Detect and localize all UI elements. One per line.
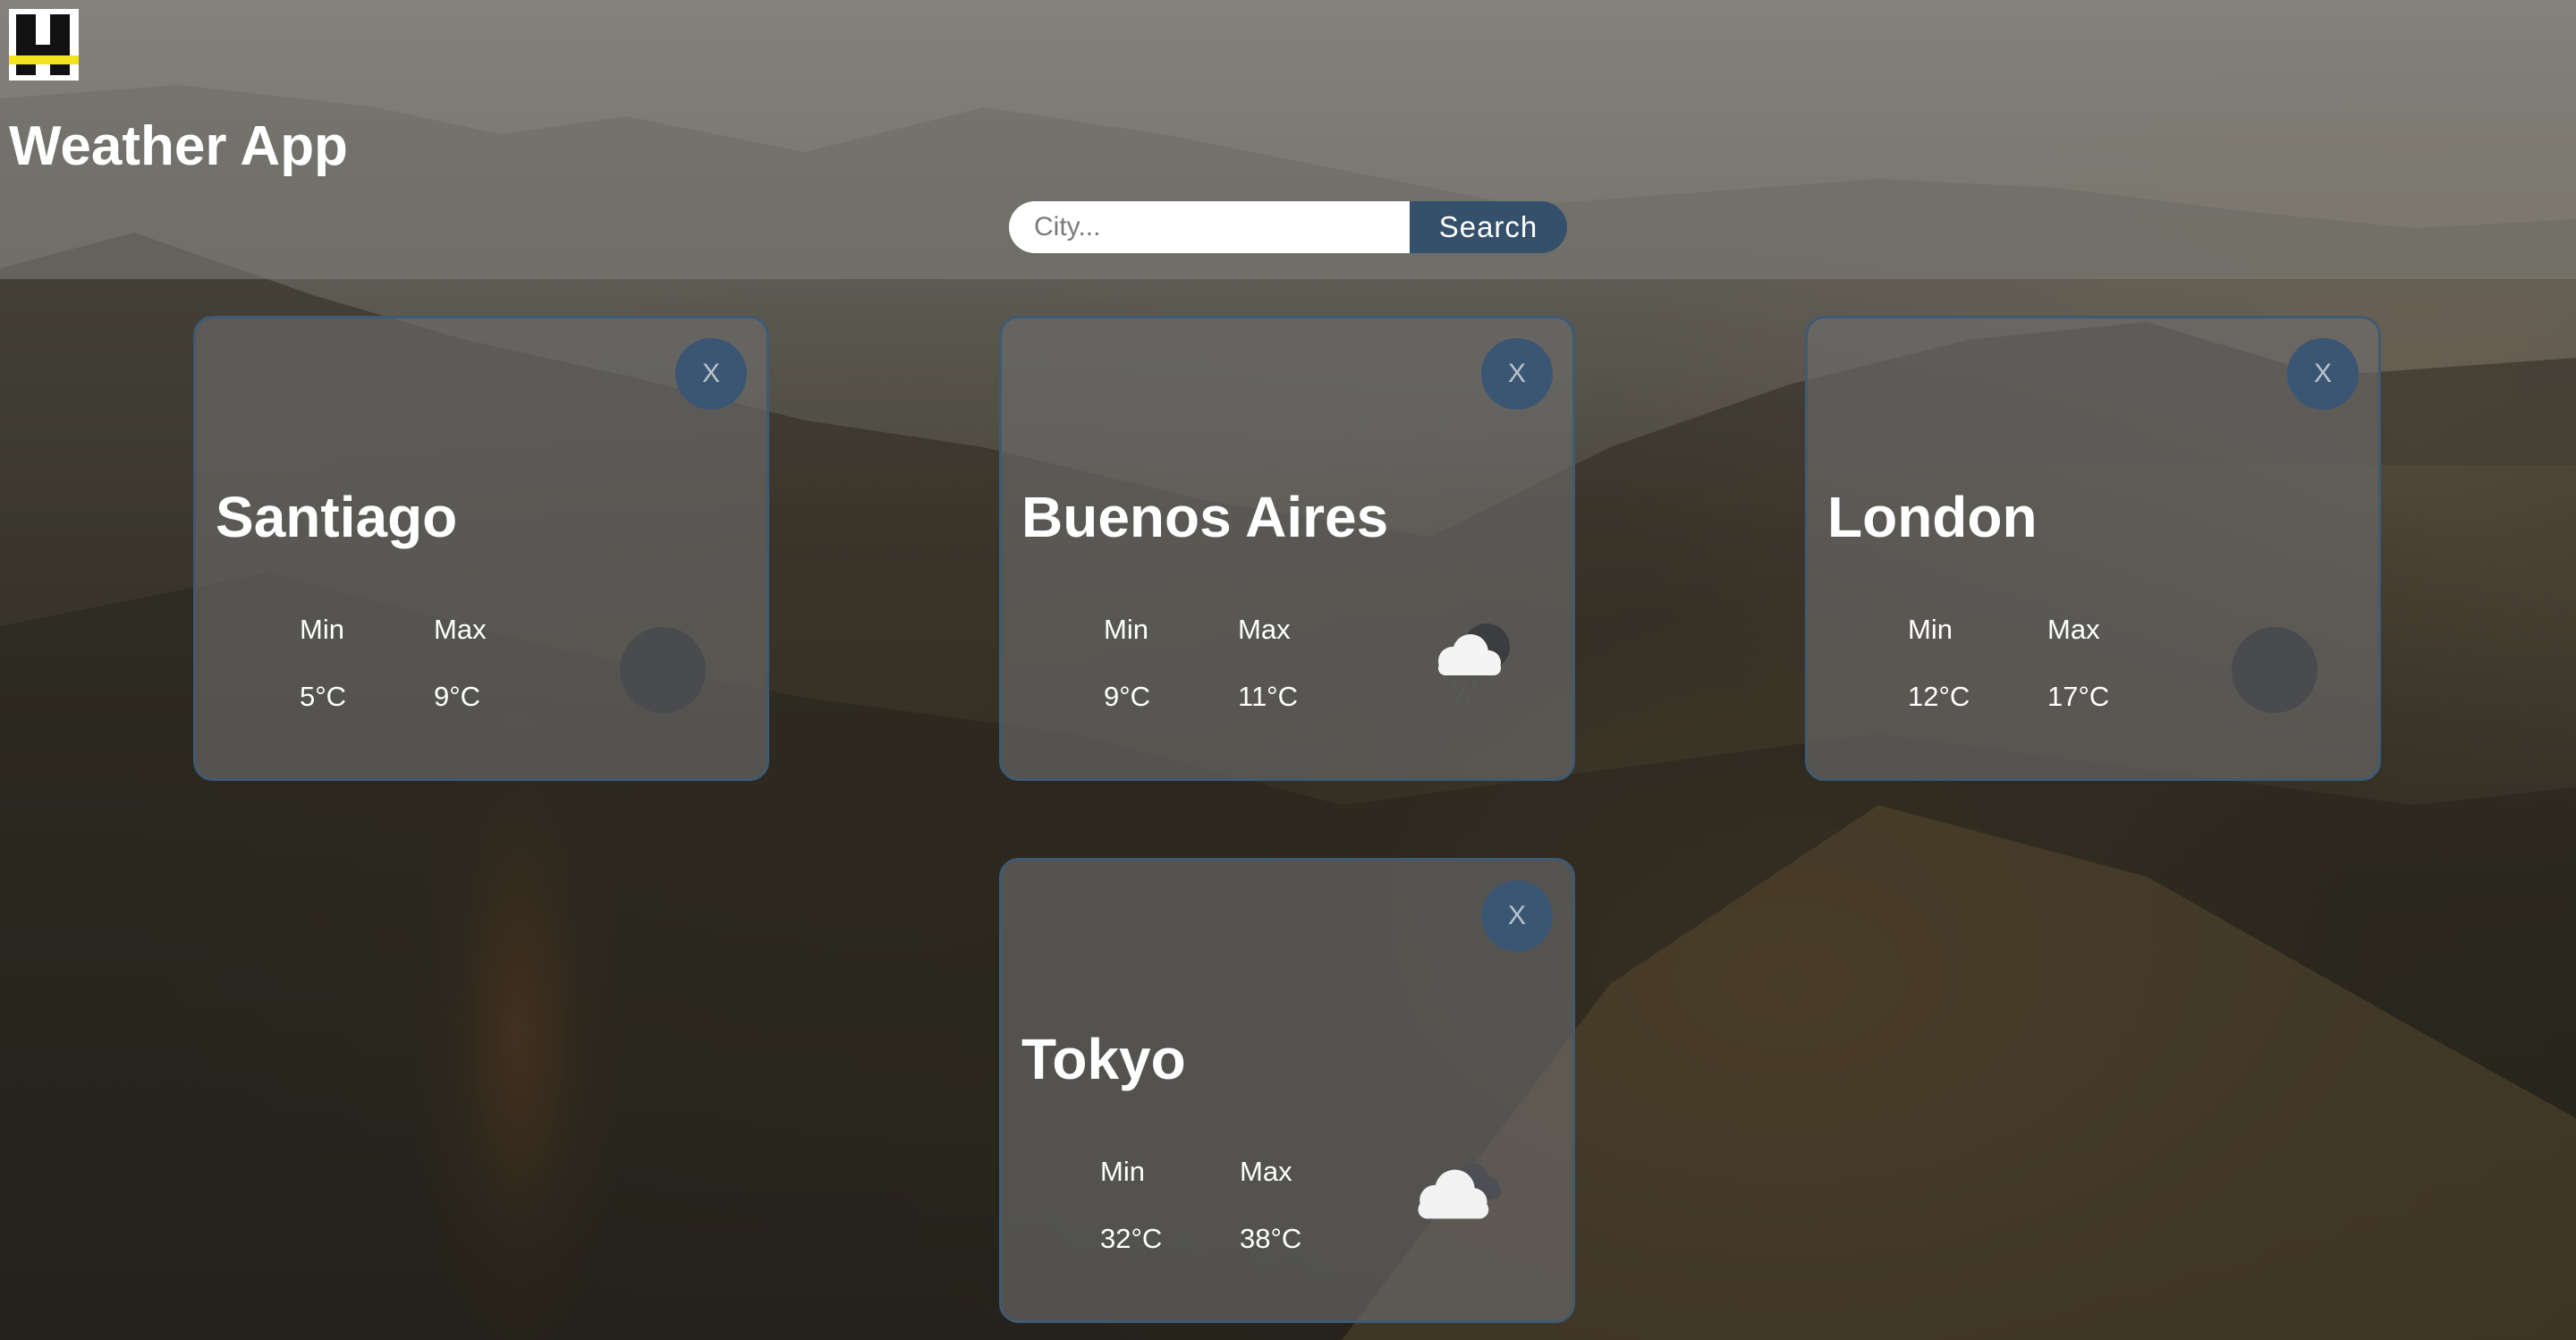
app-header: Weather App Search [0,0,2576,279]
city-name: Santiago [216,485,458,549]
min-label: Min [1100,1156,1145,1187]
close-button[interactable]: X [1481,338,1553,410]
close-button[interactable]: X [2287,338,2359,410]
min-temperature: 12°C [1908,681,1970,712]
max-label: Max [434,614,487,645]
rain-cloud-icon [1438,623,1510,704]
app-logo [9,9,79,81]
max-temperature: 38°C [1240,1223,1302,1254]
max-label: Max [1240,1156,1292,1187]
max-label: Max [1238,614,1291,645]
city-name: Tokyo [1021,1027,1186,1091]
max-temperature: 17°C [2047,681,2110,712]
city-name: London [1827,485,2038,549]
close-button[interactable]: X [1481,880,1553,952]
max-temperature: 9°C [434,681,481,712]
min-temperature: 32°C [1100,1223,1163,1254]
min-temperature: 5°C [300,681,347,712]
page-title: Weather App [9,115,348,177]
weather-card-tokyo: X Tokyo Min 32°C Max 38°C [999,858,1575,1323]
weather-card-buenos-aires: X Buenos Aires Min 9°C Max 11°C [999,316,1575,781]
min-label: Min [300,614,344,645]
close-button[interactable]: X [675,338,747,410]
weather-card-london: X London Min 12°C Max 17°C [1805,316,2381,781]
city-name: Buenos Aires [1021,485,1389,549]
max-label: Max [2047,614,2100,645]
cloudy-icon [1418,1163,1501,1219]
min-label: Min [1908,614,1953,645]
weather-icon-placeholder [2232,627,2318,713]
weather-icon-placeholder [620,627,706,713]
max-temperature: 11°C [1238,681,1298,712]
search-button[interactable]: Search [1410,201,1567,253]
weather-card-santiago: X Santiago Min 5°C Max 9°C [193,316,769,781]
search-input[interactable] [1009,201,1410,253]
min-label: Min [1104,614,1148,645]
search-form: Search [1009,201,1567,253]
min-temperature: 9°C [1104,681,1151,712]
